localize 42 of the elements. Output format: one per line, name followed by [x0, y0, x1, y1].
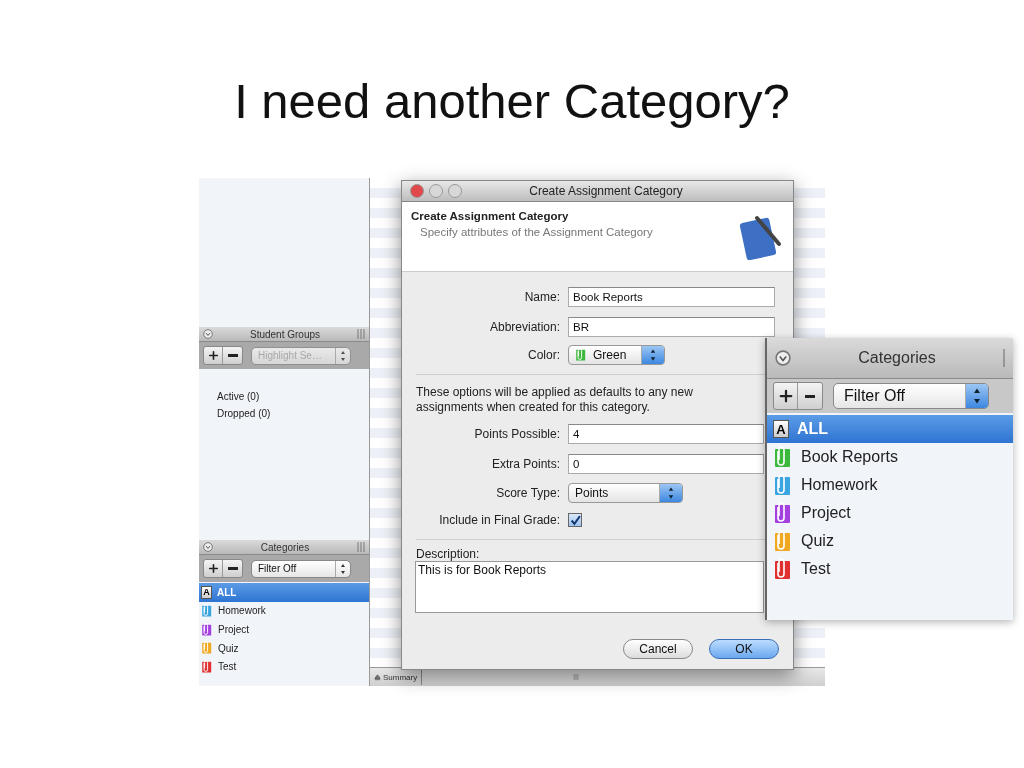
category-item[interactable]: Homework — [199, 601, 369, 621]
all-icon: A — [773, 420, 789, 438]
category-item[interactable]: Test — [767, 555, 1013, 583]
ok-button[interactable]: OK — [709, 639, 779, 659]
category-item[interactable]: Quiz — [199, 638, 369, 658]
defaults-note: These options will be applied as defaults to any new assignments when created for this category. — [416, 385, 694, 415]
filter-popup[interactable]: Filter Off — [833, 383, 989, 409]
group-item[interactable]: Active (0) — [217, 391, 369, 402]
pane-title: Categories — [259, 541, 311, 553]
all-icon: A — [201, 585, 212, 599]
window-title: Create Assignment Category — [528, 184, 684, 198]
filter-popup[interactable]: Filter Off — [251, 559, 351, 578]
category-item[interactable]: Book Reports — [767, 443, 1013, 471]
cancel-button[interactable]: Cancel — [623, 639, 693, 659]
pane-title: Categories — [857, 349, 937, 367]
category-item[interactable]: Quiz — [767, 527, 1013, 555]
pane-title: Student Groups — [248, 328, 321, 340]
field-label: Points Possible: — [473, 427, 560, 441]
header-subtitle: Specify attributes of the Assignment Category — [419, 226, 654, 238]
category-item[interactable]: Test — [199, 657, 369, 676]
category-item[interactable]: Homework — [767, 471, 1013, 499]
text-field[interactable]: 0 — [568, 454, 764, 474]
group-item[interactable]: Dropped (0) — [217, 408, 369, 419]
field-label: Name: — [523, 290, 560, 304]
text-field[interactable]: Book Reports — [568, 287, 775, 307]
category-item[interactable]: A ALL — [767, 415, 1013, 443]
field-label: Abbreviation: — [488, 320, 560, 334]
description-field[interactable]: This is for Book Reports — [415, 561, 764, 613]
field-label: Score Type: — [495, 486, 560, 500]
category-item[interactable]: Project — [767, 499, 1013, 527]
text-field[interactable]: 4 — [568, 424, 764, 444]
popup-button[interactable]: Points — [568, 483, 683, 503]
popup-button[interactable]: Green — [568, 345, 665, 365]
category-item[interactable]: Project — [199, 620, 369, 639]
category-item[interactable]: A ALL — [199, 583, 369, 602]
slide-title: I need another Category? — [234, 73, 790, 130]
header-title: Create Assignment Category — [411, 210, 570, 222]
field-label: Include in Final Grade: — [438, 513, 560, 527]
text-field[interactable]: BR — [568, 317, 775, 337]
description-label: Description: — [416, 547, 481, 561]
field-label: Color: — [527, 348, 560, 362]
field-label: Extra Points: — [490, 457, 560, 471]
